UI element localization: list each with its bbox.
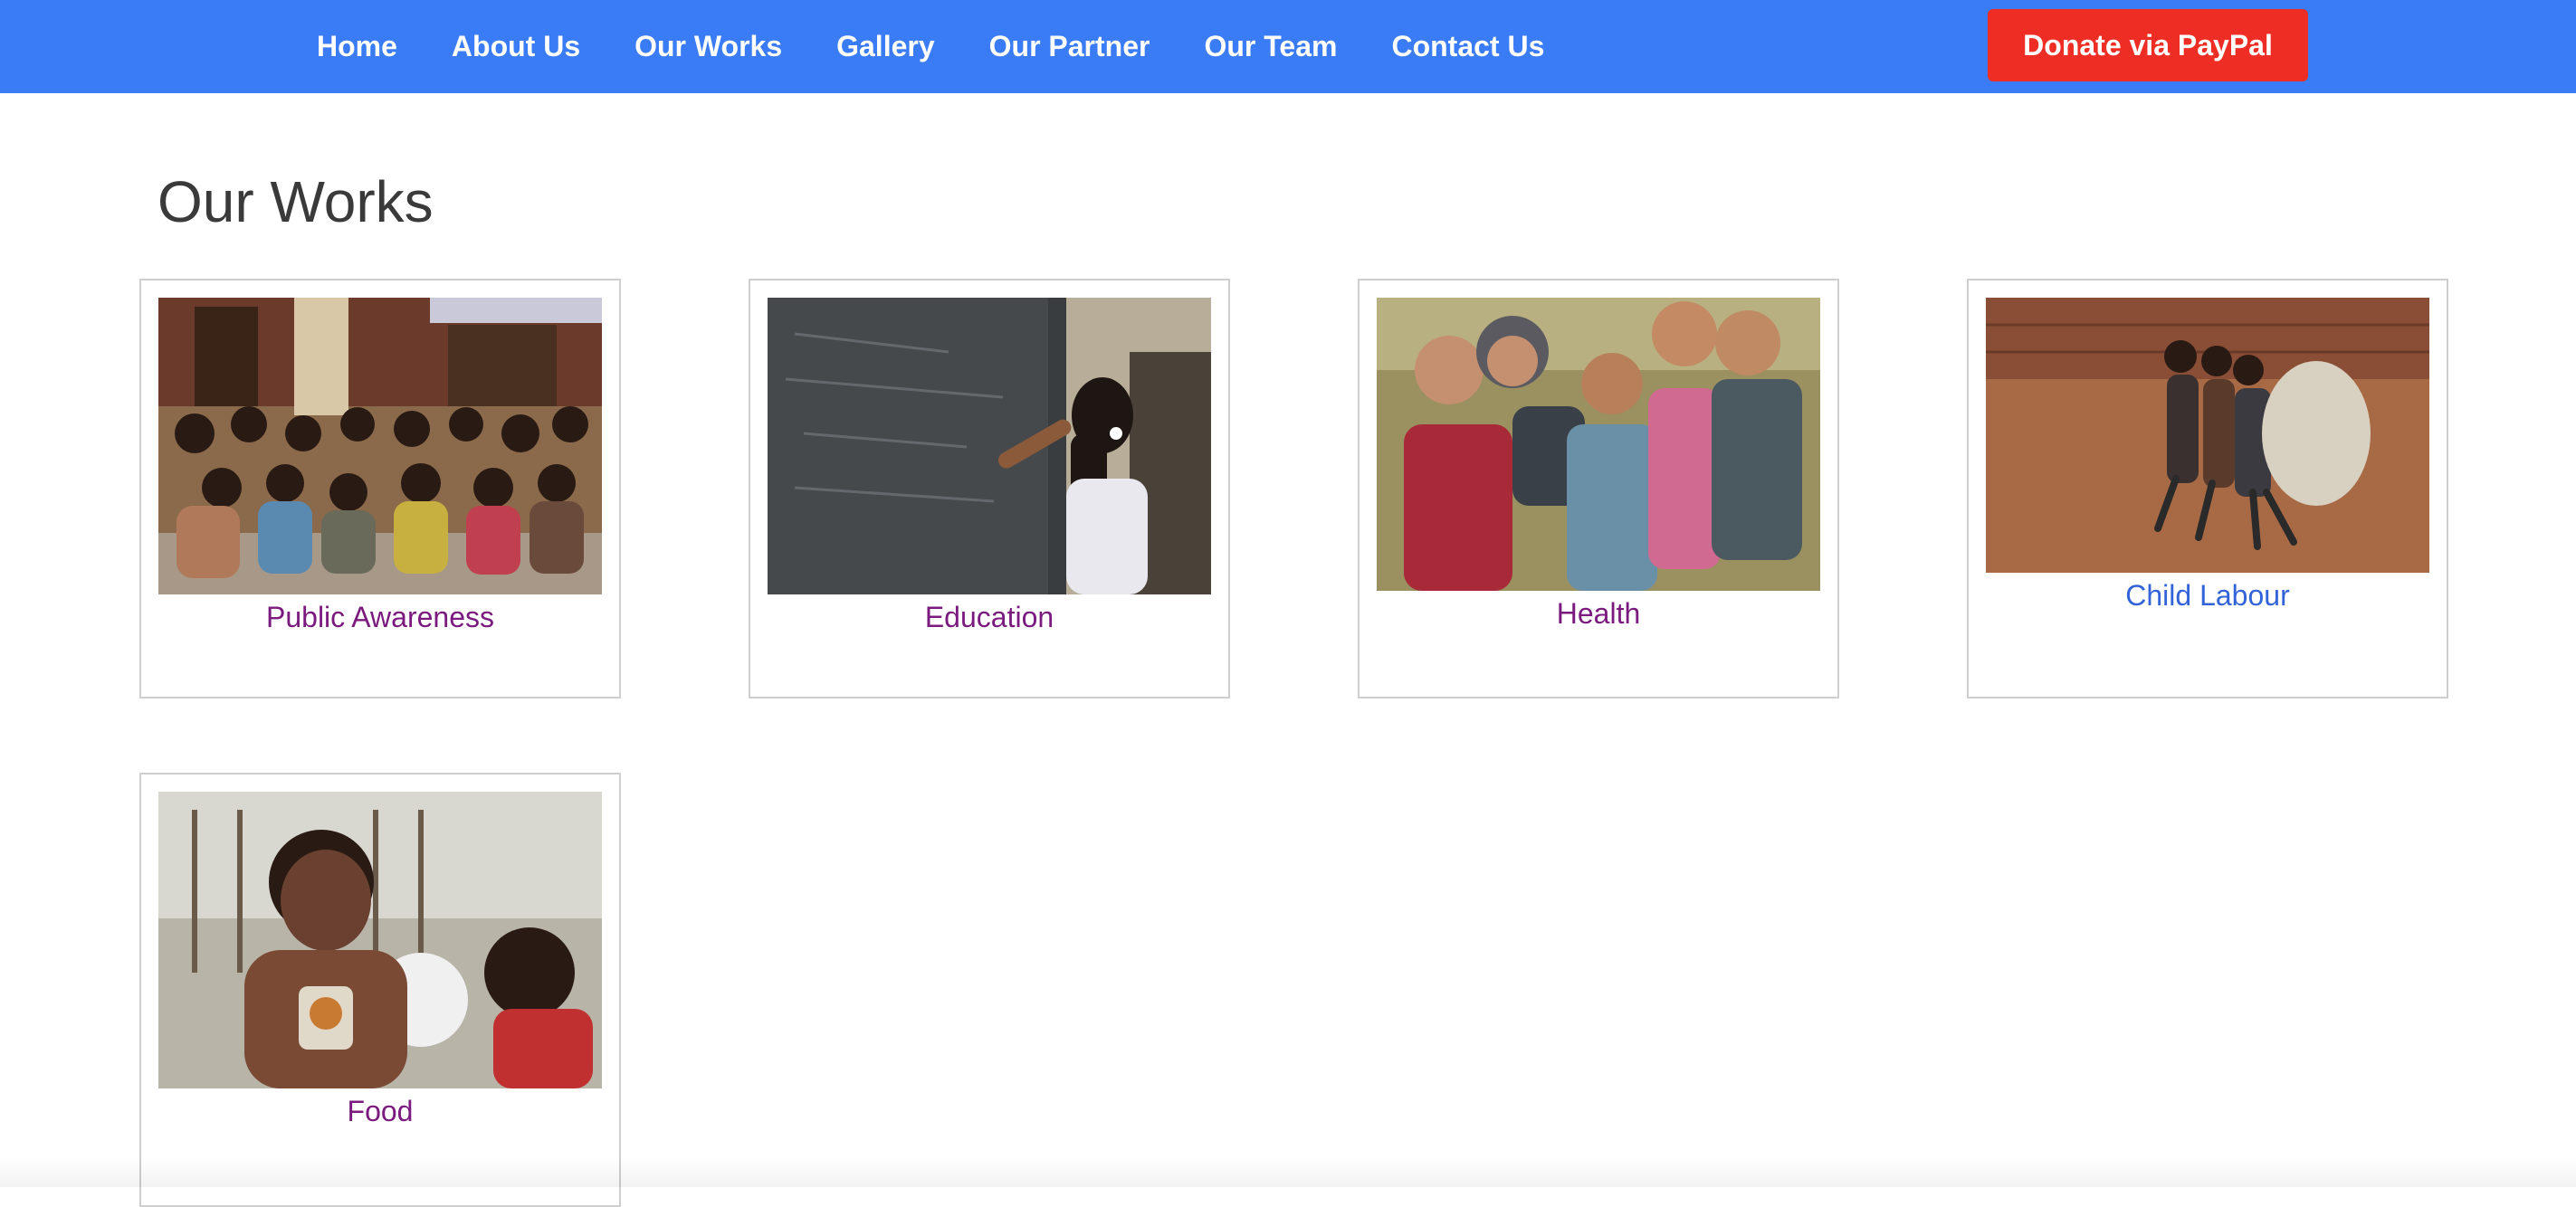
- work-card-education[interactable]: Education: [749, 279, 1230, 699]
- work-card-label[interactable]: Education: [750, 601, 1228, 634]
- work-card-label[interactable]: Food: [141, 1095, 619, 1128]
- work-card-food[interactable]: Food: [139, 773, 621, 1207]
- nav-link-our-works[interactable]: Our Works: [634, 30, 782, 63]
- work-card-label[interactable]: Health: [1360, 597, 1837, 631]
- nav-link-gallery[interactable]: Gallery: [836, 30, 935, 63]
- work-card-label[interactable]: Child Labour: [1969, 579, 2447, 613]
- page-title: Our Works: [157, 169, 434, 234]
- boys-carrying-sack-photo[interactable]: [1986, 298, 2429, 573]
- work-card-child-labour[interactable]: Child Labour: [1967, 279, 2448, 699]
- nav-link-about-us[interactable]: About Us: [452, 30, 580, 63]
- smiling-child-with-snack-photo[interactable]: [158, 792, 602, 1088]
- nav-link-contact-us[interactable]: Contact Us: [1391, 30, 1544, 63]
- work-card-public-awareness[interactable]: Public Awareness: [139, 279, 621, 699]
- work-card-label[interactable]: Public Awareness: [141, 601, 619, 634]
- nav-link-home[interactable]: Home: [317, 30, 397, 63]
- nav-link-our-partner[interactable]: Our Partner: [989, 30, 1150, 63]
- nav-menu: Home About Us Our Works Gallery Our Part…: [317, 0, 1598, 93]
- smiling-children-group-photo[interactable]: [1377, 298, 1820, 591]
- work-card-health[interactable]: Health: [1358, 279, 1839, 699]
- top-navbar: Home About Us Our Works Gallery Our Part…: [0, 0, 2576, 93]
- children-seated-photo[interactable]: [158, 298, 602, 594]
- nav-link-our-team[interactable]: Our Team: [1204, 30, 1337, 63]
- donate-paypal-button[interactable]: Donate via PayPal: [1988, 9, 2308, 81]
- girl-writing-on-chalkboard-photo[interactable]: [768, 298, 1211, 594]
